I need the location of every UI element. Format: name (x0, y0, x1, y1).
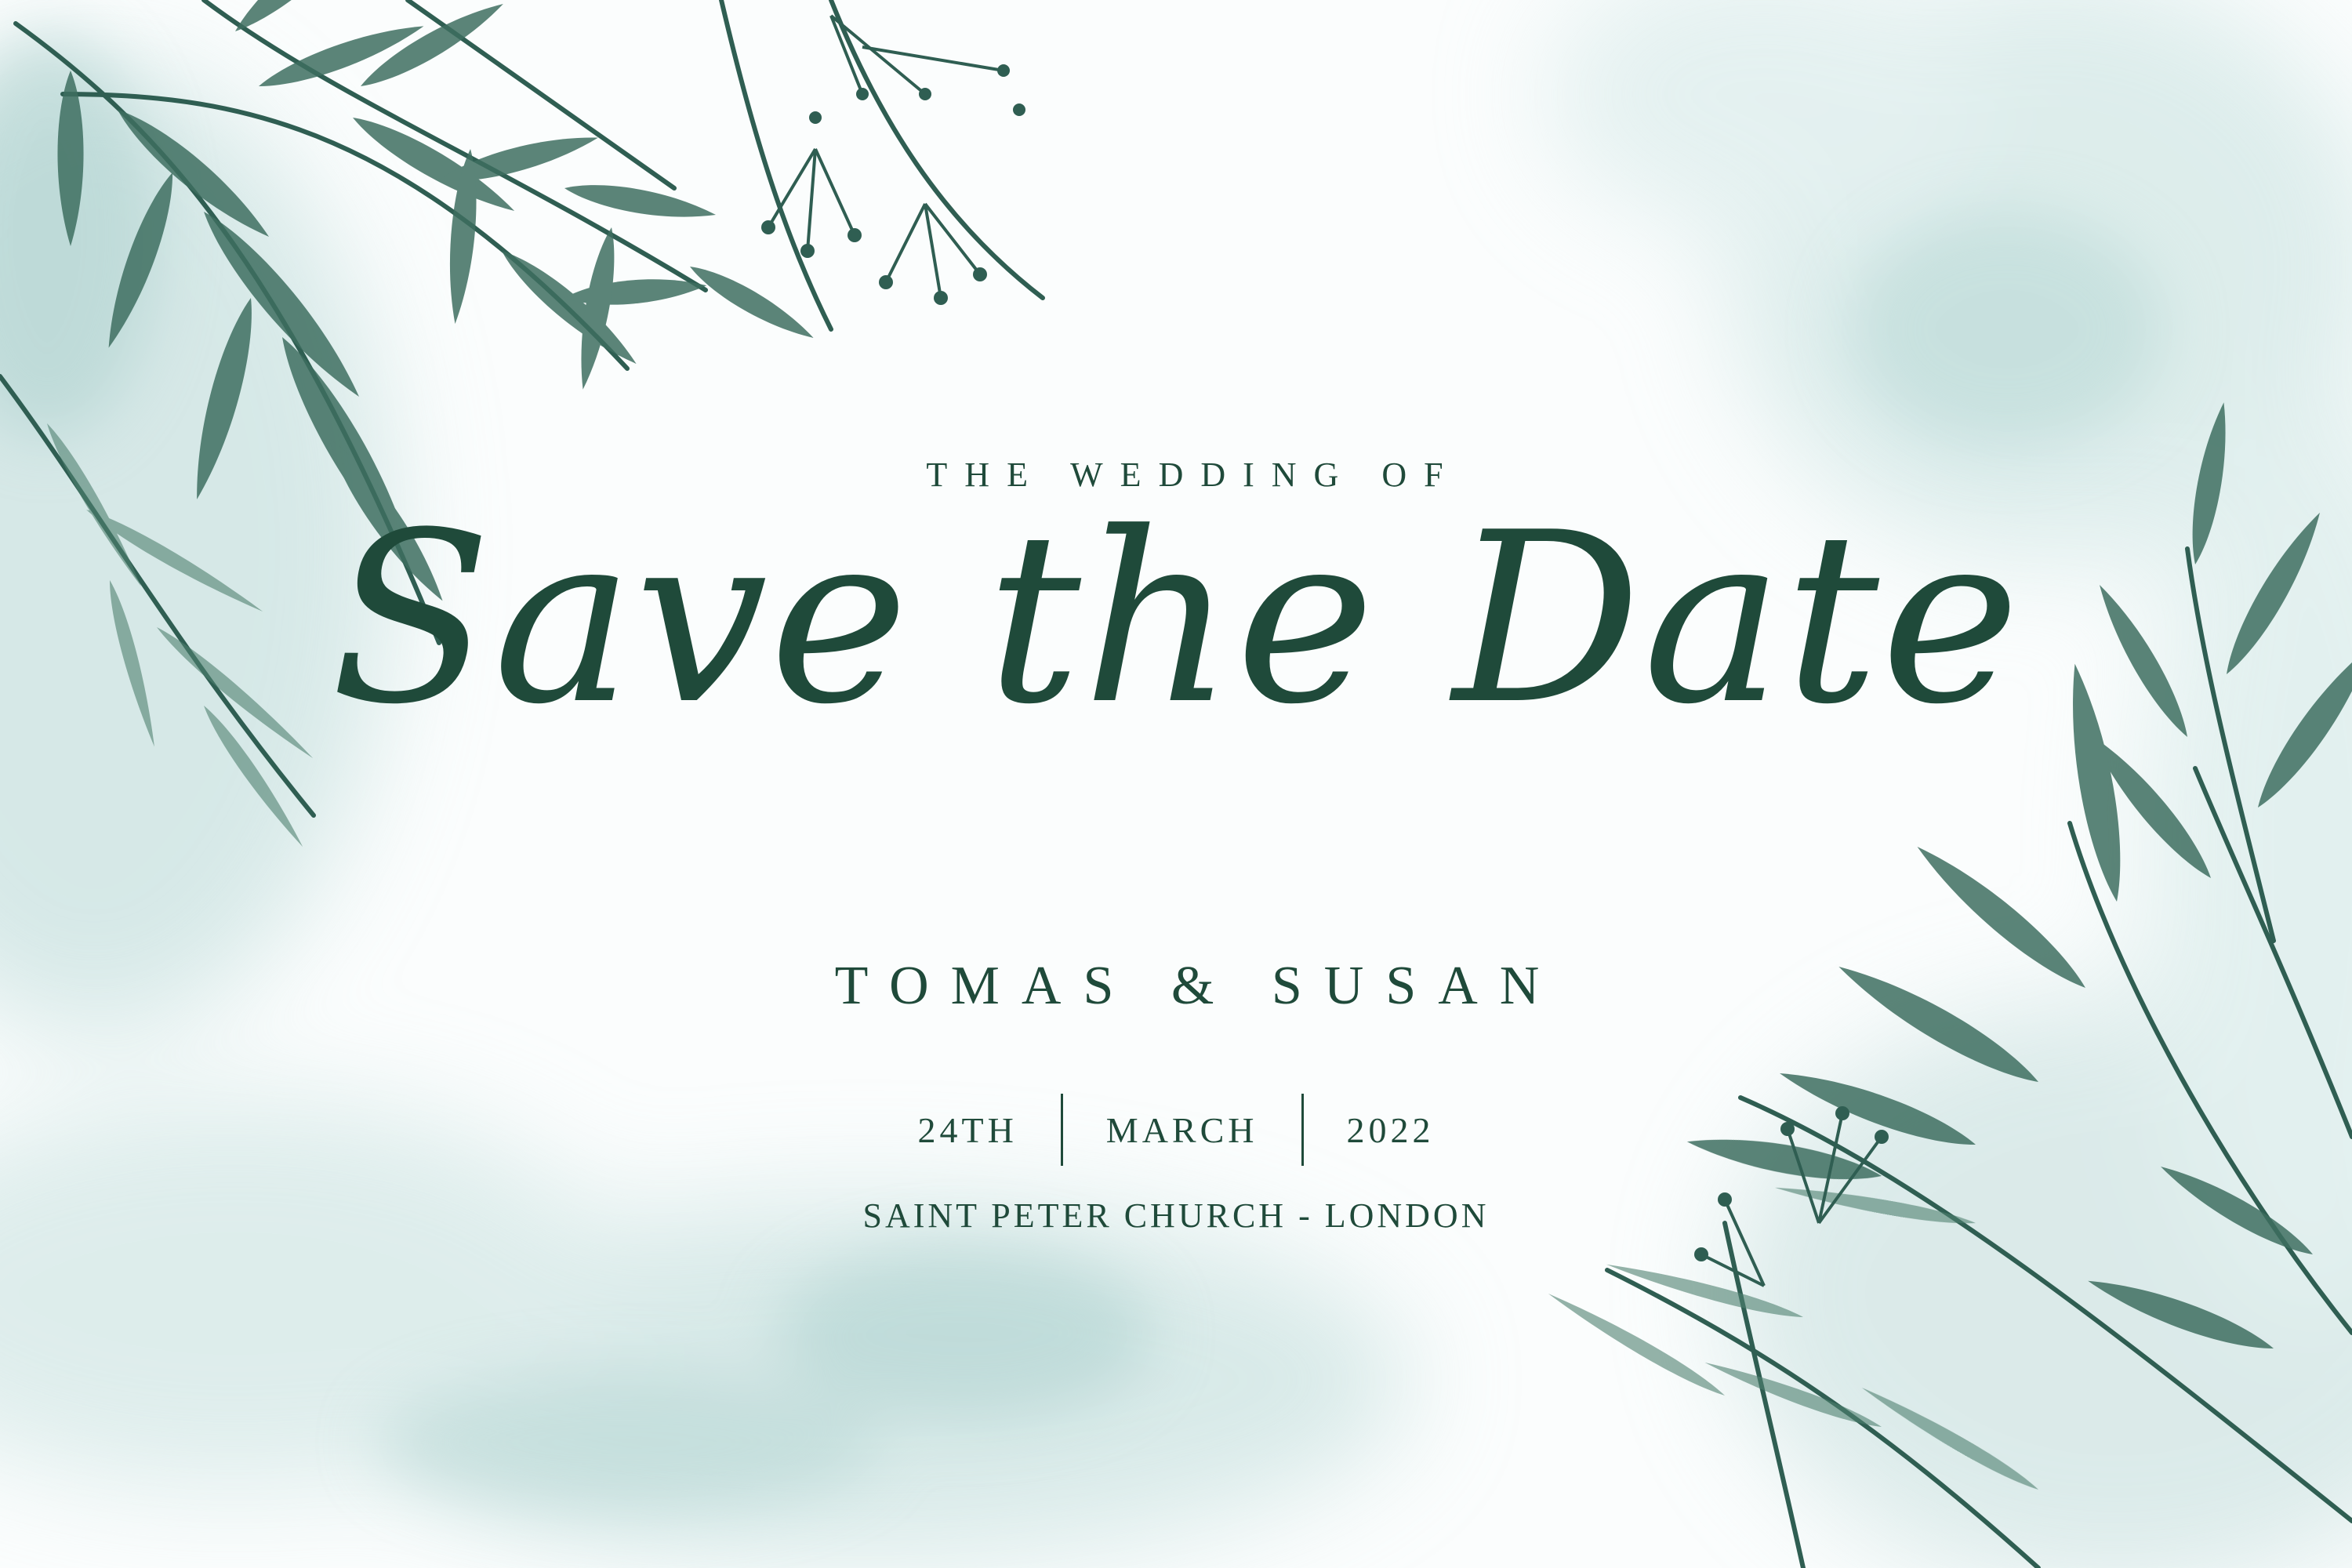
couple-names: TOMAS & SUSAN (834, 956, 1562, 1016)
venue-text: SAINT PETER CHURCH - LONDON (862, 1196, 1490, 1235)
date-day: 24TH (917, 1109, 1018, 1150)
foliage-decoration (0, 0, 2352, 1568)
date-month: MARCH (1105, 1109, 1258, 1150)
save-the-date-card: THE WEDDING OF Save the Date TOMAS & SUS… (0, 0, 2352, 1568)
date-year: 2022 (1346, 1109, 1435, 1150)
title-script: Save the Date (330, 482, 2022, 756)
date-row: 24TH MARCH 2022 (0, 1094, 2352, 1166)
